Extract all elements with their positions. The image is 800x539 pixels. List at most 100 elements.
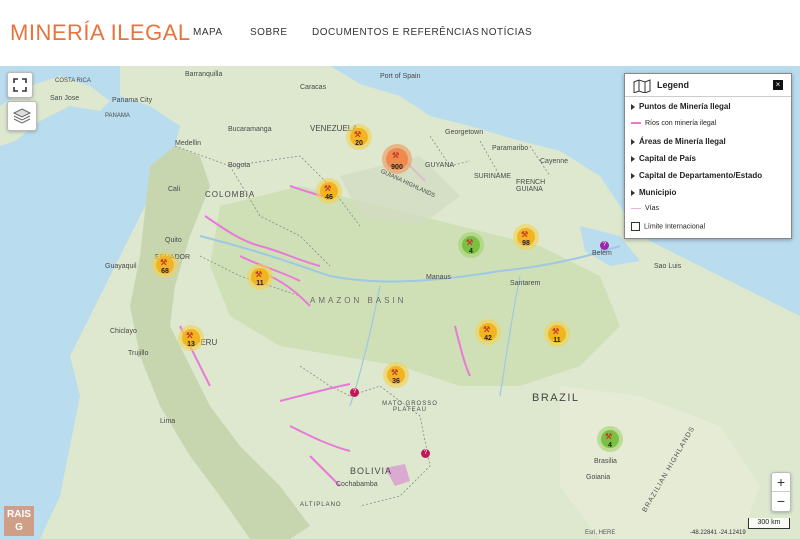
label-guyana: GUYANA — [425, 162, 455, 169]
city-label: Port of Spain — [380, 73, 421, 80]
cluster-marker[interactable]: ⚒ 4 — [597, 426, 623, 452]
city-label: Lima — [160, 418, 176, 425]
city-label: Cochabamba — [336, 481, 378, 488]
zoom-out-button[interactable]: − — [772, 492, 790, 510]
city-label: Bogota — [228, 162, 251, 169]
fullscreen-icon — [13, 78, 27, 92]
cluster-marker[interactable]: ⚒ 11 — [544, 321, 570, 347]
pickaxe-icon: ⚒ — [392, 151, 400, 160]
pickaxe-icon: ⚒ — [483, 325, 491, 334]
expand-arrow-icon — [631, 155, 635, 162]
cluster-marker[interactable]: ⚒ 900 — [382, 144, 412, 174]
city-label: Medellin — [175, 140, 202, 147]
pickaxe-icon: ⚒ — [521, 230, 529, 239]
cluster-marker[interactable]: ⚒ 98 — [513, 224, 539, 250]
legend-item-puntos[interactable]: Puntos de Minería Ilegal — [631, 102, 731, 111]
legend-item-limite[interactable]: Límite Internacional — [631, 222, 705, 231]
label-mato-grosso: MATO GROSSO PLATEAU — [382, 401, 438, 413]
city-label: Trujillo — [128, 350, 149, 357]
legend-title: Legend — [657, 80, 690, 90]
city-label: Goiania — [586, 474, 611, 481]
pickaxe-icon: ⚒ — [605, 432, 613, 441]
nav-mapa[interactable]: MAPA — [193, 27, 223, 38]
site-logo[interactable]: MINERÍA ILEGAL — [10, 20, 191, 46]
cluster-marker[interactable]: ⚒ 13 — [178, 325, 204, 351]
cluster-marker[interactable]: ⚒ 4 — [458, 232, 484, 258]
layers-icon — [12, 108, 32, 124]
city-label: Santarem — [510, 280, 541, 287]
pickaxe-icon: ⚒ — [466, 238, 474, 247]
pickaxe-icon: ⚒ — [324, 184, 332, 193]
legend-item-capital-depto[interactable]: Capital de Departamento/Estado — [631, 171, 762, 180]
map-icon — [633, 79, 651, 93]
label-brazil: BRAZIL — [532, 392, 580, 404]
unknown-point-icon[interactable]: ? — [421, 449, 430, 458]
cluster-marker[interactable]: ⚒ 20 — [346, 124, 372, 150]
city-label: Belem — [592, 250, 612, 257]
label-amazon-basin: AMAZON BASIN — [310, 296, 407, 305]
close-icon[interactable]: × — [773, 80, 783, 90]
city-label: Sao Luis — [654, 263, 682, 270]
pickaxe-icon: ⚒ — [255, 270, 263, 279]
city-label: Quito — [165, 237, 182, 244]
zoom-in-button[interactable]: + — [772, 473, 790, 492]
cluster-marker[interactable]: ⚒ 46 — [316, 178, 342, 204]
label-panama: PANAMA — [105, 113, 130, 119]
city-label: Barranquilla — [185, 71, 223, 78]
label-suriname: SURINAME — [474, 173, 511, 180]
label-costa-rica: COSTA RICA — [55, 78, 91, 84]
expand-arrow-icon — [631, 172, 635, 179]
nav-noticias[interactable]: NOTÍCIAS — [481, 27, 532, 38]
unknown-point-icon[interactable]: ? — [600, 241, 609, 250]
road-line-swatch — [631, 207, 641, 209]
legend-item-capital-pais[interactable]: Capital de País — [631, 154, 696, 163]
label-french-guiana: FRENCH GUIANA — [516, 179, 546, 193]
city-label: Cayenne — [540, 158, 569, 165]
basemap-layers-button[interactable] — [7, 101, 37, 131]
expand-arrow-icon — [631, 189, 635, 196]
label-altiplano: ALTIPLANO — [300, 502, 342, 508]
cluster-marker[interactable]: ⚒ 11 — [247, 264, 273, 290]
nav-documentos[interactable]: DOCUMENTOS E REFERÊNCIAS — [312, 27, 479, 38]
expand-arrow-icon — [631, 103, 635, 110]
attribution: Esri, HERE — [585, 530, 616, 536]
city-label: Caracas — [300, 84, 327, 91]
legend-item-areas[interactable]: Áreas de Minería Ilegal — [631, 137, 726, 146]
city-label: San Jose — [50, 95, 80, 102]
legend-item-rios: Ríos con minería ilegal — [631, 120, 716, 127]
pink-line-swatch — [631, 122, 641, 125]
pickaxe-icon: ⚒ — [354, 130, 362, 139]
coordinates-readout: -48.22841 -24.12419 — [690, 530, 746, 536]
cluster-marker[interactable]: ⚒ 68 — [152, 252, 178, 278]
pickaxe-icon: ⚒ — [391, 368, 399, 377]
pickaxe-icon: ⚒ — [552, 327, 560, 336]
zoom-control: + − — [771, 472, 791, 512]
cluster-marker[interactable]: ⚒ 36 — [383, 362, 409, 388]
city-label: Bucaramanga — [228, 126, 272, 133]
cluster-marker[interactable]: ⚒ 42 — [475, 319, 501, 345]
expand-arrow-icon — [631, 138, 635, 145]
city-label: Paramaribo — [492, 145, 529, 152]
pickaxe-icon: ⚒ — [160, 258, 168, 267]
city-label: Panama City — [112, 97, 153, 104]
label-colombia: COLOMBIA — [205, 190, 256, 199]
city-label: Chiclayo — [110, 328, 137, 335]
label-bolivia: BOLIVIA — [350, 466, 393, 476]
fullscreen-button[interactable] — [7, 72, 33, 98]
legend-panel: Legend × Puntos de Minería Ilegal Ríos c… — [624, 73, 792, 239]
limite-checkbox[interactable] — [631, 222, 640, 231]
city-label: Georgetown — [445, 129, 484, 136]
legend-header: Legend × — [625, 74, 791, 97]
city-label: Manaus — [426, 274, 451, 281]
top-navigation-bar: MINERÍA ILEGAL MAPA SOBRE DOCUMENTOS E R… — [0, 0, 800, 67]
unknown-point-icon[interactable]: ? — [350, 388, 359, 397]
legend-item-vias: Vías — [631, 205, 659, 212]
city-label: Brasilia — [594, 458, 617, 465]
legend-item-municipio[interactable]: Municipio — [631, 188, 676, 197]
scale-bar: 300 km — [748, 518, 790, 529]
city-label: Guayaquil — [105, 263, 137, 270]
raisg-logo: RAISG — [4, 506, 34, 536]
nav-sobre[interactable]: SOBRE — [250, 27, 288, 38]
pickaxe-icon: ⚒ — [186, 331, 194, 340]
city-label: Cali — [168, 186, 181, 193]
